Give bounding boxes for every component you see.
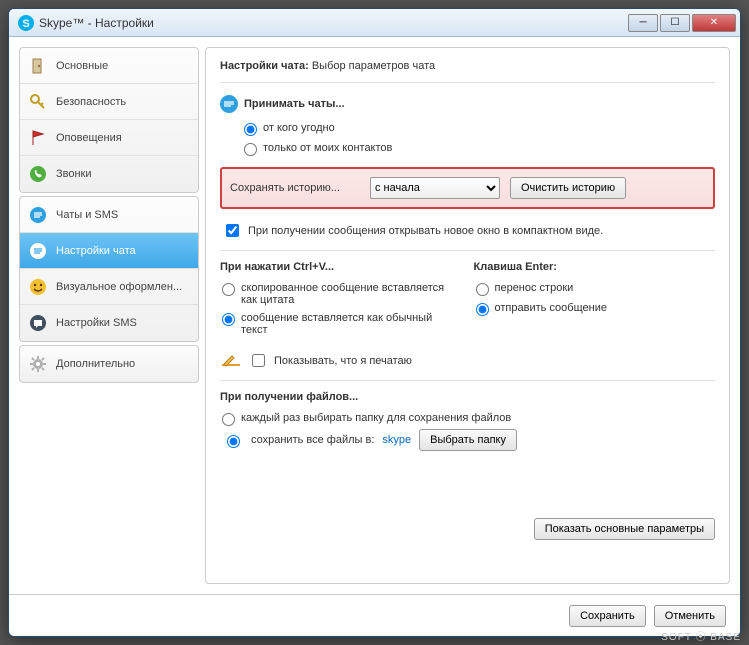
- accept-contacts-radio[interactable]: [244, 143, 257, 156]
- history-label: Сохранять историю...: [230, 182, 360, 194]
- cancel-button[interactable]: Отменить: [654, 605, 726, 627]
- window-body: Основные Безопасность Оповещения Звонки: [9, 37, 740, 636]
- files-section: При получении файлов... каждый раз выбир…: [220, 391, 715, 451]
- main-area: Основные Безопасность Оповещения Звонки: [9, 37, 740, 594]
- sidebar-item-chat-settings[interactable]: Настройки чата: [20, 233, 198, 269]
- ctrlv-plain-radio[interactable]: [222, 313, 235, 326]
- ctrlv-plain-option[interactable]: сообщение вставляется как обычный текст: [220, 309, 462, 339]
- enter-newline-option[interactable]: перенос строки: [474, 279, 716, 299]
- files-saveall-label: сохранить все файлы в:: [251, 434, 374, 446]
- sidebar-item-calls[interactable]: Звонки: [20, 156, 198, 192]
- sidebar-item-label: Звонки: [56, 168, 92, 180]
- key-icon: [28, 92, 48, 112]
- files-title: При получении файлов...: [220, 391, 715, 403]
- sidebar-item-visual[interactable]: Визуальное оформлен...: [20, 269, 198, 305]
- save-button[interactable]: Сохранить: [569, 605, 646, 627]
- typing-label: Показывать, что я печатаю: [274, 355, 412, 367]
- pencil-icon: [222, 354, 242, 368]
- accept-anyone-radio[interactable]: [244, 123, 257, 136]
- watermark: SOFT ⦿ BASE: [661, 628, 741, 637]
- enter-send-option[interactable]: отправить сообщение: [474, 299, 716, 319]
- window-title: Skype™ - Настройки: [39, 16, 628, 30]
- sidebar-item-sms-settings[interactable]: Настройки SMS: [20, 305, 198, 341]
- files-saveall-option: сохранить все файлы в: skype Выбрать пап…: [220, 429, 715, 451]
- accept-contacts-option[interactable]: только от моих контактов: [220, 139, 715, 159]
- accept-anyone-label: от кого угодно: [263, 122, 335, 134]
- ctrlv-quote-option[interactable]: скопированное сообщение вставляется как …: [220, 279, 462, 309]
- sms-icon: [28, 313, 48, 333]
- ctrlv-title: При нажатии Ctrl+V...: [220, 261, 462, 273]
- open-compact-option[interactable]: При получении сообщения открывать новое …: [220, 217, 715, 251]
- sidebar-group: Дополнительно: [19, 345, 199, 383]
- history-highlight: Сохранять историю... с начала Очистить и…: [220, 167, 715, 209]
- settings-window: S Skype™ - Настройки ─ ☐ ✕ Основные Безо…: [8, 8, 741, 637]
- content-title-bold: Настройки чата:: [220, 60, 309, 72]
- accept-chats-header: Принимать чаты...: [220, 95, 715, 113]
- sidebar: Основные Безопасность Оповещения Звонки: [19, 47, 199, 584]
- accept-chats-title: Принимать чаты...: [244, 98, 345, 110]
- files-ask-option[interactable]: каждый раз выбирать папку для сохранения…: [220, 409, 715, 429]
- choose-folder-button[interactable]: Выбрать папку: [419, 429, 517, 451]
- enter-newline-radio[interactable]: [476, 283, 489, 296]
- sidebar-item-chats[interactable]: Чаты и SMS: [20, 197, 198, 233]
- ctrlv-column: При нажатии Ctrl+V... скопированное сооб…: [220, 261, 462, 339]
- sidebar-group: Чаты и SMS Настройки чата Визуальное офо…: [19, 196, 199, 342]
- ctrlv-quote-label: скопированное сообщение вставляется как …: [241, 282, 462, 306]
- files-saveall-radio[interactable]: [227, 435, 240, 448]
- sidebar-item-label: Безопасность: [56, 96, 126, 108]
- chat-settings-icon: [28, 241, 48, 261]
- enter-send-label: отправить сообщение: [495, 302, 607, 314]
- content-header: Настройки чата: Выбор параметров чата: [220, 60, 715, 83]
- sidebar-item-notify[interactable]: Оповещения: [20, 120, 198, 156]
- svg-text:S: S: [22, 18, 29, 30]
- enter-column: Клавиша Enter: перенос строки отправить …: [474, 261, 716, 339]
- chat-bubble-icon: [220, 95, 238, 113]
- sidebar-item-advanced[interactable]: Дополнительно: [20, 346, 198, 382]
- sidebar-item-label: Дополнительно: [56, 358, 135, 370]
- open-compact-label: При получении сообщения открывать новое …: [248, 225, 603, 237]
- sidebar-item-label: Чаты и SMS: [56, 209, 118, 221]
- phone-icon: [28, 164, 48, 184]
- gear-icon: [28, 354, 48, 374]
- titlebar: S Skype™ - Настройки ─ ☐ ✕: [9, 9, 740, 37]
- sidebar-item-label: Настройки чата: [56, 245, 136, 257]
- smiley-icon: [28, 277, 48, 297]
- content-title-rest: Выбор параметров чата: [312, 60, 435, 72]
- sidebar-item-security[interactable]: Безопасность: [20, 84, 198, 120]
- close-button[interactable]: ✕: [692, 14, 736, 32]
- sidebar-item-label: Визуальное оформлен...: [56, 281, 182, 293]
- window-controls: ─ ☐ ✕: [628, 14, 736, 32]
- content-panel: Настройки чата: Выбор параметров чата Пр…: [205, 47, 730, 584]
- enter-send-radio[interactable]: [476, 303, 489, 316]
- footer: Сохранить Отменить SOFT ⦿ BASE: [9, 594, 740, 636]
- files-folder-link[interactable]: skype: [382, 434, 411, 446]
- clear-history-button[interactable]: Очистить историю: [510, 177, 626, 199]
- open-compact-checkbox[interactable]: [226, 224, 239, 237]
- accept-anyone-option[interactable]: от кого угодно: [220, 119, 715, 139]
- door-icon: [28, 56, 48, 76]
- maximize-button[interactable]: ☐: [660, 14, 690, 32]
- typing-checkbox[interactable]: [252, 354, 265, 367]
- accept-contacts-label: только от моих контактов: [263, 142, 392, 154]
- minimize-button[interactable]: ─: [628, 14, 658, 32]
- enter-newline-label: перенос строки: [495, 282, 574, 294]
- history-duration-select[interactable]: с начала: [370, 177, 500, 199]
- typing-option[interactable]: Показывать, что я печатаю: [220, 349, 715, 381]
- files-ask-radio[interactable]: [222, 413, 235, 426]
- ctrlv-quote-radio[interactable]: [222, 283, 235, 296]
- sidebar-item-label: Основные: [56, 60, 108, 72]
- enter-title: Клавиша Enter:: [474, 261, 716, 273]
- skype-icon: S: [17, 14, 35, 32]
- show-main-params-button[interactable]: Показать основные параметры: [534, 518, 715, 540]
- two-columns: При нажатии Ctrl+V... скопированное сооб…: [220, 261, 715, 349]
- flag-icon: [28, 128, 48, 148]
- sidebar-item-label: Оповещения: [56, 132, 122, 144]
- sidebar-item-main[interactable]: Основные: [20, 48, 198, 84]
- files-ask-label: каждый раз выбирать папку для сохранения…: [241, 412, 511, 424]
- chat-icon: [28, 205, 48, 225]
- sidebar-group: Основные Безопасность Оповещения Звонки: [19, 47, 199, 193]
- sidebar-item-label: Настройки SMS: [56, 317, 137, 329]
- ctrlv-plain-label: сообщение вставляется как обычный текст: [241, 312, 462, 336]
